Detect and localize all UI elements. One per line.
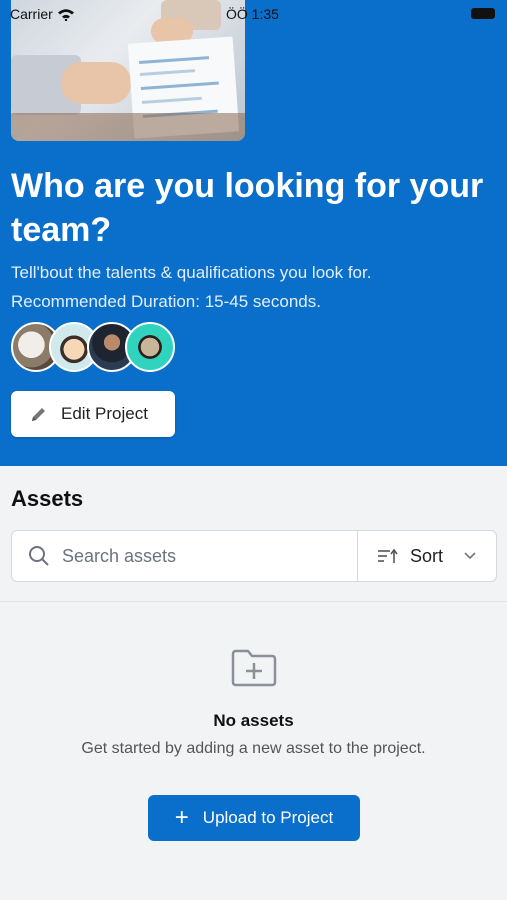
avatar bbox=[125, 322, 175, 372]
wifi-icon bbox=[57, 8, 74, 21]
edit-project-button[interactable]: Edit Project bbox=[11, 391, 175, 437]
upload-label: Upload to Project bbox=[202, 808, 334, 827]
carrier-label: Carrier bbox=[10, 6, 53, 22]
subtitle-duration: Recommended Duration: 15-45 seconds. bbox=[11, 292, 321, 311]
empty-state-title: No assets bbox=[213, 711, 294, 730]
sort-button[interactable]: Sort bbox=[358, 531, 496, 581]
search-placeholder: Search assets bbox=[62, 545, 177, 566]
edit-project-label: Edit Project bbox=[61, 404, 148, 423]
assets-toolbar: Search assets Sort bbox=[11, 530, 497, 582]
empty-state-description: Get started by adding a new asset to the… bbox=[81, 740, 426, 757]
upload-to-project-button[interactable]: + Upload to Project bbox=[148, 795, 360, 841]
assets-section-title: Assets bbox=[11, 486, 84, 511]
chevron-down-icon bbox=[464, 552, 476, 560]
plus-icon: + bbox=[174, 804, 189, 831]
sort-label: Sort bbox=[410, 545, 444, 566]
battery-icon bbox=[471, 8, 495, 19]
status-time: ÖÖ 1:35 bbox=[226, 6, 279, 22]
folder-plus-icon bbox=[231, 649, 277, 687]
section-divider bbox=[0, 601, 507, 602]
pencil-icon bbox=[32, 408, 45, 421]
search-input[interactable]: Search assets bbox=[12, 531, 358, 581]
subtitle-instructions: Tell'bout the talents & qualifications y… bbox=[11, 263, 372, 282]
search-icon bbox=[29, 546, 49, 566]
page-subtitle: Tell'bout the talents & qualifications y… bbox=[11, 258, 371, 316]
project-header: Who are you looking for your team? Tell'… bbox=[0, 0, 507, 466]
sort-icon bbox=[378, 548, 398, 563]
page-title: Who are you looking for your team? bbox=[11, 167, 484, 249]
status-bar: Carrier ÖÖ 1:35 bbox=[0, 0, 507, 28]
